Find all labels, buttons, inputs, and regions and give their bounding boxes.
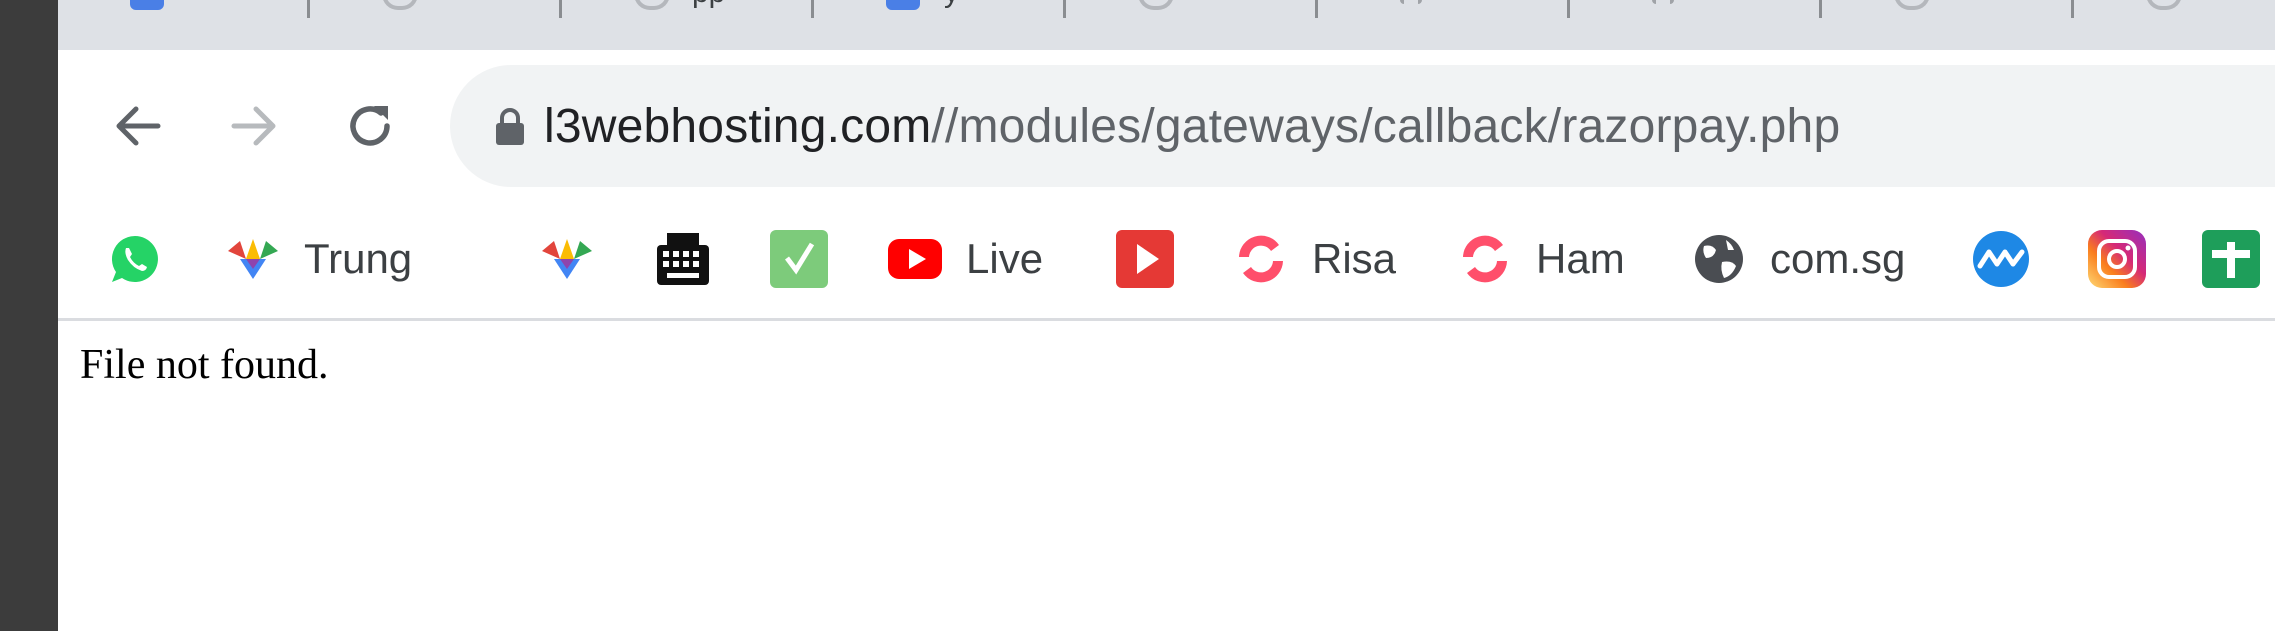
reload-button[interactable]	[342, 98, 398, 154]
bookmark-item[interactable]	[106, 200, 164, 318]
typewriter-icon	[654, 230, 712, 288]
lock-icon[interactable]	[494, 107, 526, 147]
back-button[interactable]	[110, 98, 166, 154]
url-path: //modules/gateways/callback/razorpay.php	[931, 100, 1841, 153]
bookmark-item[interactable]	[1116, 200, 1174, 318]
arrow-right-icon	[231, 106, 276, 146]
tab-title-fragment: y	[944, 0, 959, 8]
bookmarks-bar: Trung Live Risa Ham com.sg	[58, 200, 2275, 321]
tab-title-fragment: pp	[692, 0, 725, 8]
bookmark-item[interactable]	[654, 200, 712, 318]
error-message: File not found.	[80, 342, 329, 388]
ring-favicon-icon	[382, 0, 418, 10]
bookmark-item[interactable]: Trung	[224, 200, 412, 318]
bookmark-item[interactable]: com.sg	[1690, 200, 1905, 318]
bookmark-item[interactable]: Risa	[1232, 200, 1396, 318]
url-text[interactable]: l3webhosting.com//modules/gateways/callb…	[544, 99, 1840, 155]
bookmark-item[interactable]	[2088, 200, 2146, 318]
arrow-left-icon	[116, 106, 161, 146]
youtube-icon	[886, 230, 944, 288]
tab[interactable]	[1570, 0, 1822, 28]
tab[interactable]	[310, 0, 562, 28]
page-content: File not found.	[58, 321, 2275, 631]
bookmark-item[interactable]	[1972, 200, 2030, 318]
tab[interactable]: y	[814, 0, 1066, 28]
bookmark-label: Live	[966, 235, 1044, 282]
doc-favicon-icon	[1652, 0, 1674, 4]
blue-square-favicon-icon	[130, 0, 164, 10]
bookmark-item[interactable]	[770, 200, 828, 318]
bookmark-item[interactable]: Ca	[2202, 200, 2275, 318]
reload-icon	[350, 106, 390, 146]
tab-strip: pp y	[58, 0, 2275, 50]
tab[interactable]	[1822, 0, 2074, 28]
url-host: l3webhosting.com	[544, 100, 932, 153]
blue-square-favicon-icon	[886, 0, 920, 10]
bird-icon	[224, 230, 282, 288]
swirl-icon	[1232, 230, 1290, 288]
doc-favicon-icon	[1400, 0, 1422, 4]
address-bar[interactable]: l3webhosting.com//modules/gateways/callb…	[450, 65, 2275, 187]
browser-window: pp y	[58, 0, 2275, 631]
bookmark-item[interactable]	[538, 200, 596, 318]
instagram-icon	[2088, 230, 2146, 288]
bird-icon	[538, 230, 596, 288]
swirl-icon	[1456, 230, 1514, 288]
green-plus-icon	[2202, 230, 2260, 288]
tab[interactable]	[1318, 0, 1570, 28]
bookmark-label: Risa	[1312, 235, 1397, 282]
browser-toolbar: l3webhosting.com//modules/gateways/callb…	[58, 50, 2275, 200]
forward-button[interactable]	[226, 98, 282, 154]
ring-favicon-icon	[1138, 0, 1174, 10]
bookmark-label: com.sg	[1770, 235, 1906, 282]
globe-icon	[1690, 230, 1748, 288]
red-play-icon	[1116, 230, 1174, 288]
tab[interactable]	[58, 0, 310, 28]
tab[interactable]	[2074, 0, 2275, 28]
green-check-icon	[770, 230, 828, 288]
bookmark-item[interactable]: Live	[886, 200, 1043, 318]
bookmark-label: Trung	[304, 235, 413, 282]
whatsapp-icon	[106, 230, 164, 288]
tab[interactable]: pp	[562, 0, 814, 28]
tab[interactable]	[1066, 0, 1318, 28]
bookmark-item[interactable]: Ham	[1456, 200, 1625, 318]
wave-icon	[1972, 230, 2030, 288]
ring-favicon-icon	[2146, 0, 2182, 10]
ring-favicon-icon	[1894, 0, 1930, 10]
ring-favicon-icon	[634, 0, 670, 10]
bookmark-label: Ham	[1536, 235, 1625, 282]
